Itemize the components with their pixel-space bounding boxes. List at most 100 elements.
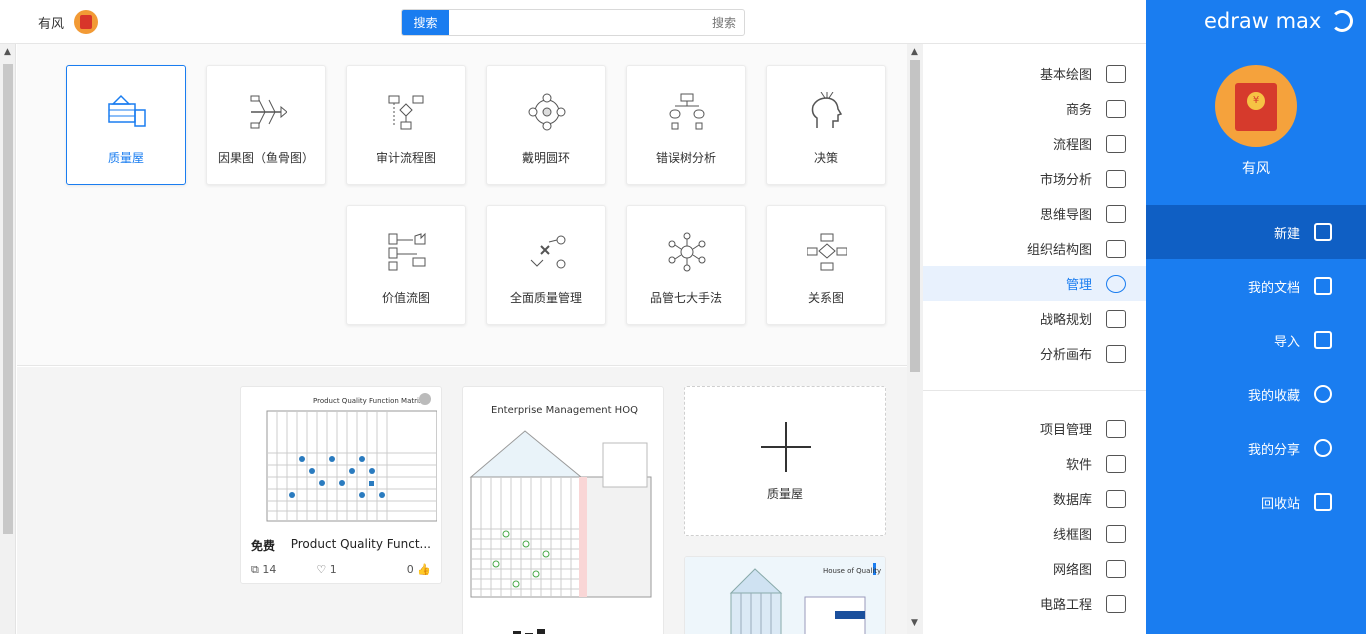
menu-item-project[interactable]: 项目管理 [923,411,1146,446]
category-label: 因果图（鱼骨图） [217,151,314,165]
menu-item-canvas[interactable]: 分析画布 [923,336,1146,371]
card-badge: 免费 [251,539,276,553]
template-card-house-of-quality[interactable]: House of Quality [684,556,886,634]
template-gallery: Product Quality Function Matrix 免费 Produ… [17,367,907,634]
user-avatar[interactable]: ¥ [1215,65,1297,147]
menu-label: 商务 [1065,103,1092,118]
menu-item-market[interactable]: 市场分析 [923,161,1146,196]
card-title-row: 免费 Product Quality Funct... [251,537,431,554]
nav-label: 回收站 [1260,496,1300,512]
nav-item-trash[interactable]: 回收站 [1146,475,1366,529]
menu-item-database[interactable]: 数据库 [923,481,1146,516]
category-tile-value-stream[interactable]: 价值流图 [346,205,466,325]
relationship-diagram-icon [807,233,847,271]
fault-tree-icon [669,93,705,130]
category-label: 品管七大手法 [649,291,722,305]
menu-label: 网络图 [1052,563,1092,578]
network-icon [1106,559,1126,578]
left-scrollbar[interactable]: ▲ [0,44,16,634]
deming-cycle-icon [528,93,566,131]
menu-item-basic[interactable]: 基本绘图 [923,56,1146,91]
scroll-thumb[interactable] [910,60,920,372]
category-tile-house-of-quality[interactable]: 质量屋 [66,65,186,185]
template-thumbnail: Product Quality Function Matrix [266,393,437,522]
nav-item-import[interactable]: 导入 [1146,313,1366,367]
copy-count[interactable]: ⧉ 14 [251,563,276,577]
template-card-product-quality[interactable]: Product Quality Function Matrix 免费 Produ… [240,386,442,584]
audit-flowchart-icon [388,95,424,130]
card-meta: ⧉ 14 ♡ 1 0 👍 [251,563,431,577]
canvas-icon [1106,344,1126,363]
like-count[interactable]: 0 👍 [407,563,431,577]
search-button[interactable]: 搜索 [402,10,449,35]
content-scrollbar[interactable]: ▲ ▼ [907,44,923,634]
top-user-name: 有风 [38,16,65,32]
menu-label: 组织结构图 [1026,243,1092,258]
category-tile-seven-qc-tools[interactable]: 品管七大手法 [626,205,746,325]
template-thumbnail: Enterprise Management HOQ [469,405,652,634]
menu-item-business[interactable]: 商务 [923,91,1146,126]
bar-chart-icon [1106,169,1126,188]
org-chart-icon [1106,239,1126,258]
nav-user-name: 有风 [1242,161,1270,177]
nav-item-new[interactable]: 新建 [1146,205,1366,259]
template-card-enterprise-hoq[interactable]: Enterprise Management HOQ [462,386,664,634]
nav-label: 导入 [1273,334,1300,350]
new-icon [1314,223,1332,241]
menu-item-wireframe[interactable]: 线框图 [923,516,1146,551]
top-user[interactable]: 有风 [38,10,99,34]
menu-item-network[interactable]: 网络图 [923,551,1146,586]
category-tile-fishbone[interactable]: 因果图（鱼骨图） [206,65,326,185]
menu-item-org[interactable]: 组织结构图 [923,231,1146,266]
menu-label: 基本绘图 [1039,68,1092,83]
star-icon [1314,385,1332,403]
database-icon [1106,489,1126,508]
category-tile-audit-flowchart[interactable]: 审计流程图 [346,65,466,185]
menu-label: 思维导图 [1039,208,1092,223]
menu-item-flowchart[interactable]: 流程图 [923,126,1146,161]
category-tile-deming-cycle[interactable]: 戴明圆环 [486,65,606,185]
menu-item-mindmap[interactable]: 思维导图 [923,196,1146,231]
category-label: 价值流图 [381,291,430,305]
category-label: 质量屋 [107,151,144,165]
trash-icon [1314,493,1332,511]
menu-label: 分析画布 [1039,348,1092,363]
logo-text: edraw max [1204,9,1322,33]
menu-item-strategy[interactable]: 战略规划 [923,301,1146,336]
scroll-down-icon[interactable]: ▼ [911,618,918,628]
search-input[interactable] [449,10,744,35]
edraw-logo-icon [1331,10,1354,32]
category-tile-fault-tree[interactable]: 错误树分析 [626,65,746,185]
new-blank-house-of-quality[interactable]: 质量屋 [684,386,886,536]
category-tile-decision[interactable]: 决策 [766,65,886,185]
mindmap-icon [1106,204,1126,223]
project-icon [1106,419,1126,438]
menu-divider [923,390,1146,391]
main-nav: edraw max ¥ 有风 新建 我的文档 导入 我的收藏 我的分享 回收站 [1146,0,1366,634]
nav-label: 我的文档 [1247,280,1300,296]
wireframe-icon [1106,524,1126,543]
menu-label: 流程图 [1052,138,1092,153]
category-label: 戴明圆环 [521,151,570,165]
scroll-thumb[interactable] [3,64,13,534]
basic-drawing-icon [1106,64,1126,83]
menu-item-software[interactable]: 软件 [923,446,1146,481]
scroll-up-icon[interactable]: ▲ [911,47,918,57]
category-tile-relationship[interactable]: 关系图 [766,205,886,325]
menu-item-management[interactable]: 管理 [923,266,1146,301]
category-label: 错误树分析 [655,151,716,165]
menu-item-circuit[interactable]: 电路工程 [923,586,1146,621]
scroll-up-icon[interactable]: ▲ [4,47,11,57]
flowchart-icon [1106,134,1126,153]
value-stream-icon [388,232,426,271]
menu-label: 战略规划 [1039,313,1092,328]
category-tile-tqm[interactable]: 全面质量管理 [486,205,606,325]
nav-item-documents[interactable]: 我的文档 [1146,259,1366,313]
favorite-count[interactable]: ♡ 1 [316,563,336,577]
nav-label: 我的分享 [1247,442,1300,458]
category-label: 关系图 [807,291,844,305]
circuit-icon [1106,594,1126,613]
nav-item-favorites[interactable]: 我的收藏 [1146,367,1366,421]
nav-item-share[interactable]: 我的分享 [1146,421,1366,475]
avatar[interactable] [74,10,99,34]
